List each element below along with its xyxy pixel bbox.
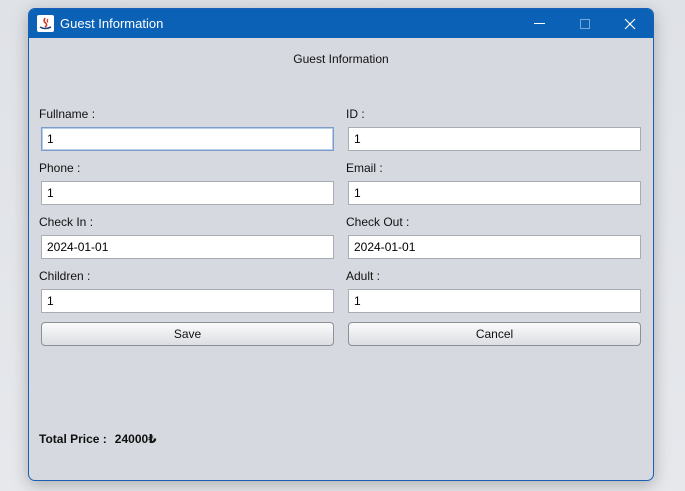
id-input[interactable]: 1 (348, 127, 641, 151)
minimize-icon (534, 23, 545, 24)
form-heading: Guest Information (293, 52, 389, 66)
adult-input[interactable]: 1 (348, 289, 641, 313)
children-label: Children : (39, 269, 91, 283)
desktop-background: Guest Information Guest Information Full… (0, 0, 685, 491)
total-price: Total Price : 24000₺ (39, 432, 157, 446)
fullname-label: Fullname : (39, 107, 96, 121)
check-in-input[interactable]: 2024-01-01 (41, 235, 334, 259)
java-app-icon (37, 15, 54, 32)
phone-label: Phone : (39, 161, 81, 175)
check-in-label: Check In : (39, 215, 94, 229)
maximize-button[interactable] (562, 9, 607, 38)
email-label: Email : (346, 161, 383, 175)
form-panel: Guest Information Fullname : 1 ID : 1 Ph… (29, 38, 653, 480)
email-input[interactable]: 1 (348, 181, 641, 205)
guest-information-window: Guest Information Guest Information Full… (28, 8, 654, 481)
total-price-value: 24000₺ (114, 432, 157, 446)
id-label: ID : (346, 107, 365, 121)
adult-label: Adult : (346, 269, 381, 283)
children-input[interactable]: 1 (41, 289, 334, 313)
check-out-label: Check Out : (346, 215, 410, 229)
window-title: Guest Information (60, 16, 164, 31)
close-icon (624, 18, 635, 29)
cancel-button[interactable]: Cancel (348, 322, 641, 346)
title-bar[interactable]: Guest Information (29, 9, 653, 38)
maximize-icon (579, 18, 590, 29)
fullname-input[interactable]: 1 (41, 127, 334, 151)
check-out-input[interactable]: 2024-01-01 (348, 235, 641, 259)
save-button[interactable]: Save (41, 322, 334, 346)
phone-input[interactable]: 1 (41, 181, 334, 205)
minimize-button[interactable] (517, 9, 562, 38)
total-price-label: Total Price : (39, 432, 107, 446)
close-button[interactable] (607, 9, 652, 38)
